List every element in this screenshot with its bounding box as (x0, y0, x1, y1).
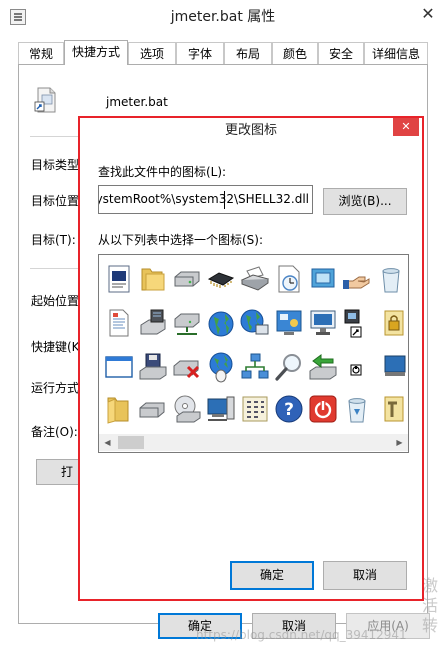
title-bar: jmeter.bat 属性 ✕ (0, 0, 446, 34)
computer-icon[interactable] (205, 393, 237, 425)
monitor-icon[interactable] (375, 351, 407, 383)
file-name: jmeter.bat (106, 95, 168, 109)
window-shortcut-icon[interactable] (341, 307, 373, 339)
find-icons-label: 查找此文件中的图标(L): (98, 165, 227, 179)
drive-error-icon[interactable] (171, 351, 203, 383)
power-icon[interactable] (307, 393, 339, 425)
recycle-bin-icon[interactable] (375, 263, 407, 295)
document-icon[interactable] (103, 263, 135, 295)
open-location-button[interactable]: 打 (36, 459, 84, 485)
separator (30, 136, 80, 137)
tab-shortcut[interactable]: 快捷方式 (64, 40, 128, 65)
text-caret (224, 191, 225, 209)
printer-icon[interactable] (239, 263, 271, 295)
floppy-drive-icon[interactable] (137, 351, 169, 383)
window-icon[interactable] (103, 351, 135, 383)
icon-list[interactable]: ? ◀ ▶ (98, 254, 409, 453)
comment-label: 备注(O): (31, 425, 78, 439)
shortcut-file-icon (34, 87, 56, 113)
dialog-ok-button[interactable]: 确定 (230, 561, 314, 590)
globe-mouse-icon[interactable] (205, 351, 237, 383)
watermark: https://blog.csdn.net/qq_39412941 (196, 628, 407, 642)
tab-security[interactable]: 安全 (318, 42, 364, 64)
close-button[interactable]: ✕ (410, 0, 446, 30)
browse-button[interactable]: 浏览(B)... (323, 188, 407, 215)
clock-icon[interactable] (273, 263, 305, 295)
folder-icon[interactable] (137, 263, 169, 295)
grid-icon[interactable] (239, 393, 271, 425)
target-label: 目标(T): (31, 233, 76, 247)
dialog-cancel-button[interactable]: 取消 (323, 561, 407, 590)
separator (30, 268, 80, 269)
folder-icon[interactable] (103, 393, 135, 425)
shortcut-key-label: 快捷键(K (31, 340, 80, 354)
tab-colors[interactable]: 颜色 (272, 42, 318, 64)
activation-watermark: 激活转 (422, 576, 439, 635)
help-icon[interactable]: ? (273, 393, 305, 425)
hand-share-icon[interactable] (341, 263, 373, 295)
tab-general[interactable]: 常规 (18, 42, 64, 64)
display-icon[interactable] (307, 307, 339, 339)
window-title: jmeter.bat 属性 (170, 9, 276, 25)
arrow-drive-icon[interactable] (307, 351, 339, 383)
globe-icon[interactable] (205, 307, 237, 339)
network-icon[interactable] (239, 351, 271, 383)
scroll-left-arrow-icon[interactable]: ◀ (99, 434, 116, 451)
change-icon-dialog: 更改图标 ✕ 查找此文件中的图标(L): %SystemRoot%\system… (80, 118, 422, 599)
monitor-frame-icon[interactable] (307, 263, 339, 295)
globe-computer-icon[interactable] (239, 307, 271, 339)
tab-details[interactable]: 详细信息 (364, 42, 428, 64)
scrollbar-thumb[interactable] (118, 436, 144, 449)
path-value: %SystemRoot%\system32\SHELL32.dll (98, 192, 309, 206)
tools-icon[interactable] (375, 393, 407, 425)
drive-icon[interactable] (137, 393, 169, 425)
scroll-right-arrow-icon[interactable]: ▶ (391, 434, 408, 451)
tab-font[interactable]: 字体 (176, 42, 224, 64)
settings-panel-icon[interactable] (273, 307, 305, 339)
horizontal-scrollbar[interactable]: ◀ ▶ (99, 434, 408, 451)
start-in-label: 起始位置 (31, 294, 80, 308)
icon-file-path-input[interactable]: %SystemRoot%\system32\SHELL32.dll (98, 185, 313, 214)
drive-icon[interactable] (171, 263, 203, 295)
search-icon[interactable] (273, 351, 305, 383)
shortcut-arrow-icon[interactable] (341, 351, 373, 383)
cd-drive-icon[interactable] (171, 393, 203, 425)
text-document-icon[interactable] (103, 307, 135, 339)
tab-options[interactable]: 选项 (128, 42, 176, 64)
svg-text:?: ? (284, 400, 294, 420)
dialog-close-button[interactable]: ✕ (393, 118, 419, 136)
chip-icon[interactable] (205, 263, 237, 295)
tab-layout[interactable]: 布局 (224, 42, 272, 64)
run-label: 运行方式 (31, 381, 80, 395)
recycle-bin-icon[interactable] (341, 393, 373, 425)
target-location-label: 目标位置 (31, 194, 80, 208)
tab-strip: 常规 快捷方式 选项 字体 布局 颜色 安全 详细信息 (18, 40, 428, 65)
network-drive-icon[interactable] (171, 307, 203, 339)
lock-icon[interactable] (375, 307, 407, 339)
target-type-label: 目标类型 (31, 158, 80, 172)
dialog-title: 更改图标 (224, 123, 277, 138)
select-icon-label: 从以下列表中选择一个图标(S): (98, 233, 264, 247)
server-icon[interactable] (137, 307, 169, 339)
